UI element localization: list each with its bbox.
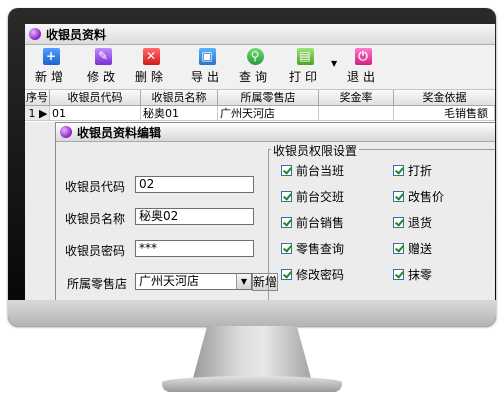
perm-checkbox-round-off[interactable]: 抹零 (393, 266, 432, 283)
store-select-value: 广州天河店 (139, 274, 200, 288)
delete-icon: ✕ (142, 48, 160, 65)
title-bar: 收银员资料 (25, 24, 495, 45)
row-selector[interactable]: 1 ▶ (25, 106, 50, 121)
password-field[interactable]: *** (135, 240, 254, 257)
search-icon: ⚲ (246, 48, 264, 65)
code-label: 收银员代码 (65, 180, 126, 194)
col-header-name[interactable]: 收银员名称 (141, 90, 218, 106)
checkbox-checked-icon (281, 191, 292, 202)
cell-basis[interactable]: 毛销售额 (394, 106, 495, 121)
checkbox-checked-icon (393, 165, 404, 176)
permissions-legend: 收银员权限设置 (271, 142, 360, 159)
col-header-index[interactable]: 序号 (25, 90, 50, 106)
perm-label: 改售价 (408, 190, 445, 204)
monitor-chin (8, 300, 496, 326)
query-button-label: 查询 (238, 70, 271, 84)
dialog-icon (60, 126, 72, 138)
perm-checkbox-change-price[interactable]: 改售价 (393, 188, 444, 205)
checkbox-checked-icon (393, 191, 404, 202)
name-label: 收银员名称 (65, 212, 126, 226)
password-label: 收银员密码 (65, 244, 126, 258)
cell-rate[interactable] (319, 106, 394, 121)
code-field[interactable]: 02 (135, 176, 254, 193)
perm-checkbox-retail-query[interactable]: 零售查询 (281, 240, 344, 257)
exit-button[interactable]: ⏻ 退出 (343, 48, 383, 88)
store-select[interactable]: 广州天河店 ▼ (135, 273, 252, 290)
cell-name[interactable]: 秘奥01 (141, 106, 218, 121)
name-field[interactable]: 秘奥02 (135, 208, 254, 225)
window-title: 收银员资料 (46, 27, 107, 42)
perm-checkbox-discount[interactable]: 打折 (393, 162, 432, 179)
printer-icon: ▤ (296, 48, 314, 65)
checkbox-checked-icon (281, 165, 292, 176)
perm-label: 赠送 (408, 242, 433, 256)
edit-button[interactable]: ✎ 修改 (83, 48, 123, 88)
monitor-base (162, 376, 342, 392)
dialog-title: 收银员资料编辑 (77, 125, 162, 140)
cell-store[interactable]: 广州天河店 (218, 106, 319, 121)
perm-label: 修改密码 (296, 268, 345, 282)
export-icon: ▣ (198, 48, 216, 65)
col-header-rate[interactable]: 奖金率 (319, 90, 394, 106)
col-header-code[interactable]: 收银员代码 (50, 90, 141, 106)
print-button-label: 打印 (288, 70, 321, 84)
export-button[interactable]: ▣ 导出 (187, 48, 227, 88)
exit-button-label: 退出 (346, 70, 379, 84)
checkbox-checked-icon (281, 269, 292, 280)
print-button[interactable]: ▤ 打印 (285, 48, 325, 88)
toolbar: + 新增 ✎ 修改 ✕ 删除 ▣ 导出 ⚲ 查询 ▤ 打印 ▼ ⏻ 退出 (25, 45, 495, 90)
cell-code[interactable]: 01 (50, 106, 141, 121)
edit-button-label: 修改 (86, 70, 119, 84)
add-button-label: 新增 (34, 70, 67, 84)
perm-label: 零售查询 (296, 242, 345, 256)
perm-checkbox-shift-off[interactable]: 前台交班 (281, 188, 344, 205)
print-dropdown-arrow-icon[interactable]: ▼ (331, 59, 337, 68)
perm-label: 退货 (408, 216, 433, 230)
perm-label: 前台当班 (296, 164, 345, 178)
perm-checkbox-gift[interactable]: 赠送 (393, 240, 432, 257)
col-header-store[interactable]: 所属零售店 (218, 90, 319, 106)
checkbox-checked-icon (393, 243, 404, 254)
power-icon: ⏻ (354, 48, 372, 65)
add-button[interactable]: + 新增 (31, 48, 71, 88)
perm-label: 前台交班 (296, 190, 345, 204)
monitor-stand (193, 326, 311, 378)
col-header-basis[interactable]: 奖金依据 (394, 90, 495, 106)
perm-checkbox-return[interactable]: 退货 (393, 214, 432, 231)
app-window: 收银员资料 + 新增 ✎ 修改 ✕ 删除 ▣ 导出 ⚲ 查询 ▤ 打印 ▼ ⏻ … (25, 24, 495, 304)
dialog-title-bar: 收银员资料编辑 (56, 123, 495, 142)
add-icon: + (42, 48, 60, 65)
delete-button-label: 删除 (134, 70, 167, 84)
cashier-table: 序号 收银员代码 收银员名称 所属零售店 奖金率 奖金依据 1 ▶ 01 秘奥0… (25, 90, 495, 122)
perm-checkbox-change-password[interactable]: 修改密码 (281, 266, 344, 283)
edit-dialog: 收银员资料编辑 收银员代码 02 收银员名称 秘奥02 收银员密码 *** 所属… (55, 122, 495, 304)
edit-icon: ✎ (94, 48, 112, 65)
checkbox-checked-icon (281, 217, 292, 228)
monitor-frame: 收银员资料 + 新增 ✎ 修改 ✕ 删除 ▣ 导出 ⚲ 查询 ▤ 打印 ▼ ⏻ … (8, 8, 496, 326)
store-label: 所属零售店 (67, 277, 128, 291)
checkbox-checked-icon (393, 269, 404, 280)
perm-label: 抹零 (408, 268, 433, 282)
permissions-group: 收银员权限设置 前台当班 前台交班 前台销售 零售查询 修改密码 打折 改售价 … (268, 142, 495, 304)
query-button[interactable]: ⚲ 查询 (235, 48, 275, 88)
perm-checkbox-shift-on[interactable]: 前台当班 (281, 162, 344, 179)
checkbox-checked-icon (393, 217, 404, 228)
perm-label: 前台销售 (296, 216, 345, 230)
export-button-label: 导出 (190, 70, 223, 84)
checkbox-checked-icon (281, 243, 292, 254)
perm-label: 打折 (408, 164, 433, 178)
app-icon (29, 28, 41, 40)
row-index: 1 (28, 107, 36, 120)
delete-button[interactable]: ✕ 删除 (131, 48, 171, 88)
perm-checkbox-front-sales[interactable]: 前台销售 (281, 214, 344, 231)
chevron-down-icon[interactable]: ▼ (236, 274, 251, 289)
